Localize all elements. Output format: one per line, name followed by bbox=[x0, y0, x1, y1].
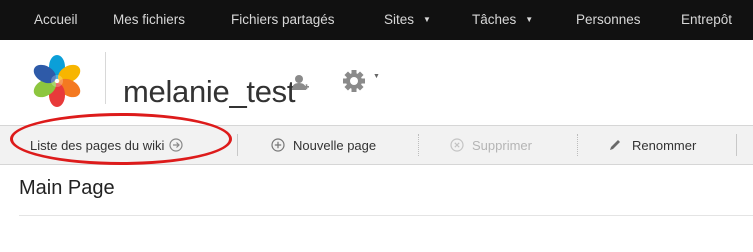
wiki-pages-list-button[interactable]: Liste des pages du wiki bbox=[30, 126, 184, 164]
close-circle-icon bbox=[450, 138, 464, 152]
nav-item-repository[interactable]: Entrepôt bbox=[681, 12, 732, 27]
chevron-down-icon: ▼ bbox=[525, 15, 534, 24]
page-title: Main Page bbox=[19, 177, 115, 199]
gear-icon[interactable] bbox=[341, 68, 367, 99]
delete-label: Supprimer bbox=[472, 137, 532, 153]
nav-item-shared-files[interactable]: Fichiers partagés bbox=[231, 12, 335, 27]
wiki-pages-list-label: Liste des pages du wiki bbox=[30, 137, 165, 153]
top-navigation-bar: Accueil Mes fichiers Fichiers partagés S… bbox=[0, 0, 753, 40]
nav-item-tasks[interactable]: Tâches ▼ bbox=[472, 12, 533, 27]
chevron-down-icon: ▼ bbox=[423, 15, 431, 24]
header-divider bbox=[105, 52, 106, 104]
new-page-label: Nouvelle page bbox=[293, 137, 377, 153]
nav-item-people[interactable]: Personnes bbox=[576, 12, 641, 27]
toolbar-separator bbox=[237, 134, 238, 156]
rename-label: Renommer bbox=[632, 137, 697, 153]
title-divider bbox=[19, 215, 753, 216]
rename-button[interactable]: Renommer bbox=[608, 126, 696, 164]
pencil-icon bbox=[608, 138, 622, 152]
new-page-button[interactable]: Nouvelle page bbox=[271, 126, 376, 164]
nav-item-sites[interactable]: Sites ▼ bbox=[384, 12, 431, 27]
nav-item-home[interactable]: Accueil bbox=[34, 12, 78, 27]
delete-button[interactable]: Supprimer bbox=[450, 126, 532, 164]
toolbar-separator bbox=[418, 134, 419, 156]
chevron-down-icon[interactable]: ▼ bbox=[373, 73, 380, 80]
plus-circle-icon bbox=[271, 138, 285, 152]
nav-item-tasks-label: Tâches bbox=[472, 12, 517, 27]
alfresco-logo-icon bbox=[24, 53, 90, 113]
nav-item-my-files[interactable]: Mes fichiers bbox=[113, 12, 185, 27]
toolbar-separator bbox=[577, 134, 578, 156]
arrow-right-circle-icon bbox=[169, 138, 184, 152]
nav-item-sites-label: Sites bbox=[384, 12, 415, 27]
toolbar-separator bbox=[736, 134, 737, 156]
join-site-user-icon[interactable] bbox=[291, 74, 309, 97]
wiki-toolbar: Liste des pages du wiki Nouvelle page Su… bbox=[0, 125, 753, 165]
site-header: melanie_test ▼ bbox=[0, 40, 753, 125]
site-title: melanie_test bbox=[123, 73, 296, 109]
